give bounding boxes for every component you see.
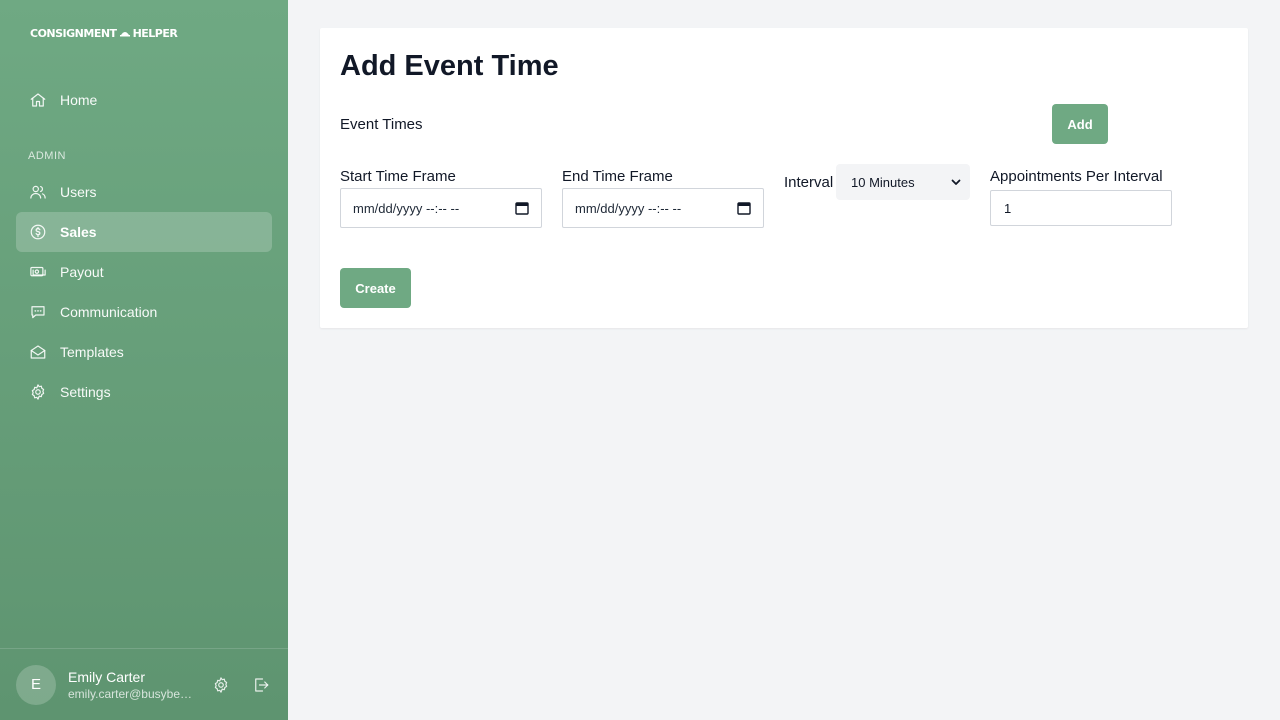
sidebar-item-users[interactable]: Users (16, 172, 272, 212)
logo-text: CONSIGNMENT (30, 26, 117, 40)
start-time-label: Start Time Frame (340, 168, 456, 185)
user-settings-button[interactable] (206, 670, 236, 700)
page-title: Add Event Time (340, 50, 559, 82)
user-name: Emily Carter (68, 668, 146, 685)
sidebar: CONSIGNMENT HELPER Home ADMIN Users Sale… (0, 0, 288, 720)
event-times-heading: Event Times (340, 116, 423, 133)
interval-value: 10 Minutes (851, 174, 915, 190)
sidebar-item-label: Templates (60, 344, 124, 360)
hat-icon (119, 32, 130, 37)
chat-bubble-icon (28, 302, 48, 322)
sidebar-item-label: Users (60, 184, 97, 200)
calendar-icon[interactable] (515, 201, 529, 215)
sidebar-item-label: Settings (60, 384, 111, 400)
sidebar-item-sales[interactable]: Sales (16, 212, 272, 252)
gear-icon (214, 676, 228, 693)
create-button[interactable]: Create (340, 268, 411, 308)
sidebar-item-communication[interactable]: Communication (16, 292, 272, 332)
start-time-value: mm/dd/yyyy --:-- -- (353, 200, 460, 216)
logout-button[interactable] (246, 670, 276, 700)
envelope-open-icon (28, 342, 48, 362)
sidebar-item-payout[interactable]: Payout (16, 252, 272, 292)
user-info: Emily Carter emily.carter@busybee.com (68, 669, 196, 701)
users-icon (28, 182, 48, 202)
add-event-time-card: Add Event Time Event Times Add Start Tim… (320, 28, 1248, 328)
home-icon (28, 90, 48, 110)
logout-icon (255, 677, 269, 692)
dollar-circle-icon (28, 222, 48, 242)
end-time-input[interactable]: mm/dd/yyyy --:-- -- (562, 188, 764, 228)
sidebar-item-label: Home (60, 92, 98, 108)
chevron-down-icon (951, 179, 961, 185)
user-profile-bar: E Emily Carter emily.carter@busybee.com (0, 648, 288, 720)
avatar[interactable]: E (16, 664, 56, 705)
sidebar-item-label: Sales (60, 224, 97, 240)
end-time-label: End Time Frame (562, 168, 673, 185)
interval-label: Interval (784, 174, 834, 191)
interval-select[interactable]: 10 Minutes (836, 164, 970, 200)
cash-icon (28, 262, 48, 282)
app-logo[interactable]: CONSIGNMENT HELPER (30, 22, 178, 44)
start-time-input[interactable]: mm/dd/yyyy --:-- -- (340, 188, 542, 228)
appointments-per-interval-input[interactable]: 1 (990, 190, 1172, 226)
end-time-value: mm/dd/yyyy --:-- -- (575, 200, 682, 216)
calendar-icon[interactable] (737, 201, 751, 215)
sidebar-item-settings[interactable]: Settings (16, 372, 272, 412)
gear-icon (28, 382, 48, 402)
user-email: emily.carter@busybee.com (68, 686, 196, 701)
sidebar-item-label: Payout (60, 264, 104, 280)
sidebar-item-label: Communication (60, 304, 158, 320)
sidebar-item-home[interactable]: Home (16, 80, 272, 120)
appointments-label: Appointments Per Interval (990, 168, 1163, 185)
sidebar-item-templates[interactable]: Templates (16, 332, 272, 372)
sidebar-section-label: ADMIN (28, 150, 66, 162)
logo-text-2: HELPER (132, 26, 178, 40)
add-button[interactable]: Add (1052, 104, 1108, 144)
